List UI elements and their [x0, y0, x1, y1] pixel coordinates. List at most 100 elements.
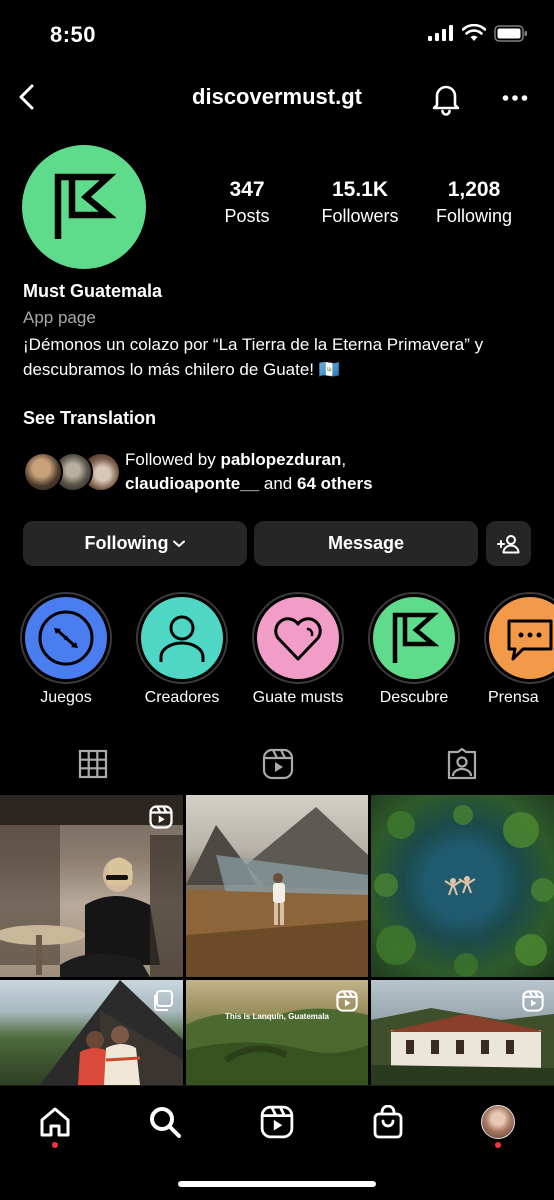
highlight-ring: [136, 592, 228, 684]
profile-username: discovermust.gt: [192, 84, 362, 109]
grid-post-cabin-couple[interactable]: [0, 980, 183, 1085]
add-person-icon: [496, 534, 519, 553]
bio-text: ¡Démonos un colazo por “La Tierra de la …: [23, 335, 484, 379]
tab-tagged[interactable]: [369, 740, 554, 788]
nav-home[interactable]: [33, 1100, 77, 1144]
followed-by-and: and: [263, 474, 293, 493]
nav-profile[interactable]: [476, 1100, 520, 1144]
profile-header: discovermust.gt: [0, 74, 554, 124]
following-count: 1,208: [447, 178, 501, 201]
reels-icon: [522, 990, 544, 1012]
highlight-label: Guate musts: [252, 689, 344, 706]
person-icon: [159, 615, 205, 662]
reel-badge: [336, 990, 358, 1017]
status-time: 8:50: [50, 22, 97, 47]
followed-by-text: Followed by pablopezduran, claudioaponte…: [125, 448, 373, 496]
highlight-label: Prensa: [488, 689, 539, 706]
grid-post-colonial-building[interactable]: [371, 980, 554, 1085]
profile-category: App page: [23, 308, 96, 327]
reels-icon: [149, 805, 173, 829]
post-image-pond-aerial: [374, 805, 554, 977]
grid-post-pond-aerial[interactable]: [371, 795, 554, 977]
profile-avatar[interactable]: [22, 145, 146, 269]
bell-icon: [432, 85, 460, 116]
stat-posts[interactable]: 347 Posts: [187, 178, 307, 227]
highlight-juegos[interactable]: Juegos: [20, 592, 112, 706]
profile-tabs: [0, 740, 554, 788]
message-button[interactable]: Message: [254, 521, 478, 566]
notifications-button[interactable]: [428, 80, 464, 116]
highlight-cover: [25, 597, 107, 679]
status-icons: [428, 24, 528, 42]
highlight-label: Juegos: [40, 689, 92, 706]
more-horizontal-icon: [502, 95, 528, 101]
followed-by-prefix: Followed by: [125, 450, 216, 469]
highlight-cover: [257, 597, 339, 679]
cellular-signal-icon: [428, 25, 453, 41]
following-button-label: Following: [84, 533, 169, 553]
highlight-label: Creadores: [144, 689, 220, 706]
grid-post-cafe-woman[interactable]: [0, 795, 183, 977]
heart-icon: [274, 617, 322, 661]
reel-badge: [149, 805, 173, 834]
highlight-creadores[interactable]: Creadores: [136, 592, 228, 706]
mutual-user-1[interactable]: pablopezduran: [220, 450, 341, 469]
highlight-cover: [141, 597, 223, 679]
followed-by[interactable]: Followed by pablopezduran, claudioaponte…: [23, 448, 538, 498]
profile-bio: Must Guatemala App page ¡Démonos un cola…: [23, 280, 538, 382]
home-indicator: [178, 1181, 376, 1187]
battery-icon: [494, 24, 527, 42]
search-icon: [150, 1107, 181, 1138]
highlight-ring: [484, 592, 554, 684]
reels-icon: [262, 748, 293, 780]
nav-search[interactable]: [143, 1100, 187, 1144]
must-flag-logo-icon: [54, 173, 116, 239]
tab-reels[interactable]: [185, 740, 370, 788]
nav-reels[interactable]: [255, 1100, 299, 1144]
profile-notification-dot: [495, 1142, 501, 1148]
highlight-cover: [489, 597, 554, 679]
profile-display-name: Must Guatemala: [23, 281, 163, 301]
see-translation-link[interactable]: See Translation: [23, 408, 156, 429]
highlight-guate-musts[interactable]: Guate musts: [252, 592, 344, 706]
profile-stats: 347 Posts 15.1K Followers 1,208 Followin…: [190, 178, 540, 238]
posts-count: 347: [229, 178, 265, 201]
grid-post-mountain-hiker[interactable]: [186, 795, 368, 977]
more-options-button[interactable]: [497, 80, 533, 116]
posts-grid: This is Lanquín, Guatemala: [0, 795, 554, 1085]
suggested-people-button[interactable]: [486, 521, 531, 566]
tagged-person-icon: [447, 748, 476, 780]
home-notification-dot: [52, 1142, 58, 1148]
must-flag-logo-icon: [392, 612, 439, 663]
chat-bubble-icon: [507, 619, 553, 661]
following-button[interactable]: Following: [23, 521, 247, 566]
stat-following[interactable]: 1,208 Following: [414, 178, 534, 227]
reels-icon: [260, 1105, 294, 1139]
shopping-bag-icon: [373, 1105, 403, 1139]
mutual-others[interactable]: 64 others: [297, 474, 373, 493]
chevron-down-icon: [173, 540, 186, 547]
grid-post-lanquin-valley[interactable]: This is Lanquín, Guatemala: [186, 980, 368, 1085]
highlight-descubre[interactable]: Descubre: [368, 592, 460, 706]
carousel-icon: [154, 990, 173, 1011]
user-avatar: [481, 1105, 515, 1139]
followed-by-comma: ,: [341, 450, 347, 469]
nav-shop[interactable]: [366, 1100, 410, 1144]
highlight-label: Descubre: [379, 689, 449, 706]
followers-count: 15.1K: [331, 178, 389, 201]
highlight-cover: [373, 597, 455, 679]
followers-label: Followers: [321, 206, 399, 226]
compass-icon: [38, 610, 94, 666]
highlight-ring: [20, 592, 112, 684]
mutual-avatar-1: [23, 452, 63, 492]
tab-posts-grid[interactable]: [0, 740, 185, 788]
highlight-ring: [368, 592, 460, 684]
home-icon: [40, 1107, 70, 1137]
reel-badge: [522, 990, 544, 1017]
highlight-prensa[interactable]: Prensa: [484, 592, 554, 706]
wifi-icon: [462, 24, 486, 41]
post-image-mountain-hiker: [186, 807, 368, 977]
mutual-user-2[interactable]: claudioaponte__: [125, 474, 259, 493]
stat-followers[interactable]: 15.1K Followers: [300, 178, 420, 227]
carousel-badge: [151, 990, 173, 1017]
